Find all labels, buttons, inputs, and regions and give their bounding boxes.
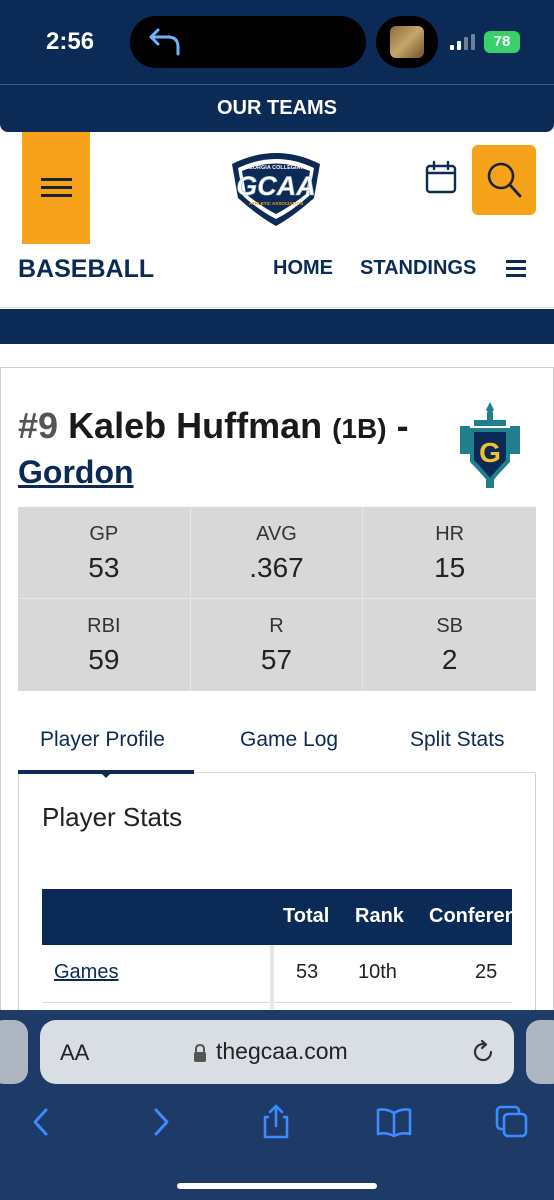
stat-cell-gp: GP 53 xyxy=(18,507,191,599)
stat-value: 59 xyxy=(88,644,120,675)
stat-cell-avg: AVG .367 xyxy=(190,507,364,599)
calendar-icon[interactable] xyxy=(424,160,458,194)
stat-value: 15 xyxy=(434,552,466,583)
stat-label: SB xyxy=(436,615,463,637)
url-text[interactable]: thegcaa.com xyxy=(216,1038,348,1065)
player-name: Kaleb Huffman xyxy=(68,405,323,446)
player-number: #9 xyxy=(18,405,59,446)
back-icon[interactable] xyxy=(24,1104,60,1140)
player-tabs: Player Profile Game Log Split Stats xyxy=(18,728,536,778)
tab-game-log[interactable]: Game Log xyxy=(240,728,338,752)
team-link[interactable]: Gordon xyxy=(18,454,134,491)
sport-menu-icon[interactable] xyxy=(506,260,528,278)
player-heading: #9 Kaleb Huffman (1B) - xyxy=(18,405,409,447)
bookmarks-icon[interactable] xyxy=(376,1104,412,1140)
cell-rank: 10th xyxy=(358,961,397,983)
stat-value: .367 xyxy=(249,552,304,583)
our-teams-bar[interactable]: OUR TEAMS xyxy=(0,84,554,132)
tab-split-stats[interactable]: Split Stats xyxy=(410,728,505,752)
stat-cell-rbi: RBI 59 xyxy=(18,599,191,691)
header-divider xyxy=(0,307,554,308)
share-icon[interactable] xyxy=(258,1104,294,1140)
stat-value: 53 xyxy=(88,552,120,583)
menu-line xyxy=(41,194,72,197)
reader-options-button[interactable]: AA xyxy=(60,1040,89,1066)
stat-label: GP xyxy=(89,523,119,545)
cell-conference: 25 xyxy=(475,961,498,983)
col-header-total: Total xyxy=(283,905,330,927)
stat-cell-hr: HR 15 xyxy=(363,507,536,599)
menu-line xyxy=(41,186,72,189)
navy-band xyxy=(0,309,554,344)
stat-label: HR xyxy=(435,523,465,545)
section-title: Player Stats xyxy=(42,802,183,832)
row-label-link[interactable]: Games xyxy=(54,961,118,984)
status-time: 2:56 xyxy=(46,28,95,55)
column-divider xyxy=(270,945,274,1009)
col-header-conference: Conference xyxy=(429,905,512,927)
summary-stats-grid: GP 53 AVG .367 HR 15 RBI 59 R 57 SB 2 xyxy=(18,507,536,691)
stat-label: R xyxy=(269,615,284,637)
cellular-signal-icon xyxy=(450,34,475,50)
menu-line xyxy=(41,178,72,181)
stat-value: 57 xyxy=(260,644,293,675)
nav-home-link[interactable]: HOME xyxy=(273,257,333,280)
stat-cell-r: R 57 xyxy=(191,599,364,691)
team-logo: G xyxy=(460,402,520,488)
tab-player-profile[interactable]: Player Profile xyxy=(40,728,165,752)
stat-cell-sb: SB 2 xyxy=(363,599,536,691)
reload-icon[interactable] xyxy=(470,1039,496,1065)
home-indicator xyxy=(177,1183,377,1189)
stats-table-header: Total Rank Conference xyxy=(42,889,512,945)
activity-thumbnail xyxy=(390,26,424,58)
sport-title: BASEBALL xyxy=(18,255,155,283)
search-icon xyxy=(487,162,522,198)
tabs-icon[interactable] xyxy=(494,1104,530,1140)
cell-total: 53 xyxy=(296,961,319,983)
next-tab-preview[interactable] xyxy=(526,1020,554,1084)
gcaa-logo[interactable]: GEORGIA COLLEGIATE GCAA ATHLETIC ASSOCIA… xyxy=(224,146,328,228)
table-row: Games 53 10th 25 xyxy=(42,945,512,1009)
player-position: (1B) xyxy=(332,413,387,444)
stat-value: 2 xyxy=(441,644,458,675)
previous-tab-preview[interactable] xyxy=(0,1020,28,1084)
nav-standings-link[interactable]: STANDINGS xyxy=(360,257,476,280)
col-header-rank: Rank xyxy=(355,905,404,927)
stat-label: RBI xyxy=(87,615,121,637)
heading-dash: - xyxy=(396,405,409,446)
search-button[interactable] xyxy=(472,145,536,215)
battery-indicator: 78 xyxy=(484,31,520,53)
logo-bottom-text: ATHLETIC ASSOCIATION xyxy=(249,201,303,206)
lock-icon xyxy=(194,1043,206,1062)
logo-main-text: GCAA xyxy=(236,171,316,201)
team-logo-letter: G xyxy=(479,437,501,468)
stat-label: AVG xyxy=(256,523,297,545)
forward-icon[interactable] xyxy=(142,1104,178,1140)
main-menu-button[interactable] xyxy=(22,132,90,244)
back-arrow-icon[interactable] xyxy=(148,26,182,58)
